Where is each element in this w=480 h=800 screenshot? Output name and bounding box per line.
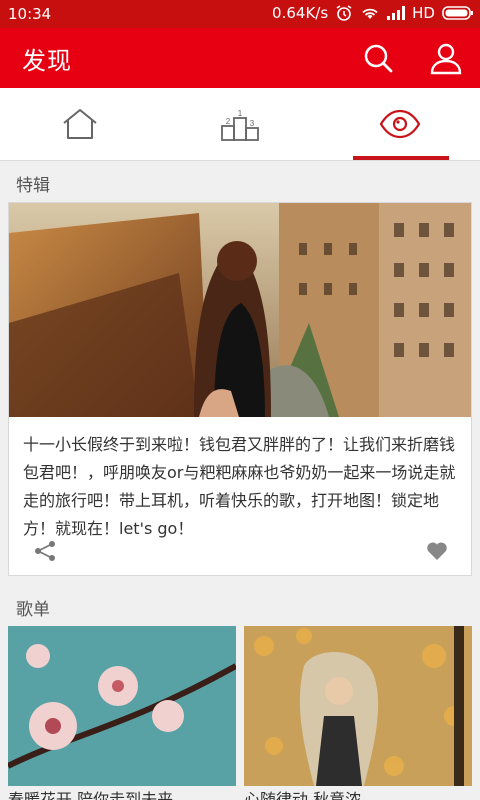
network-type: HD [412, 4, 435, 22]
playlist-section-title: 歌单 [16, 600, 50, 620]
wifi-icon [362, 8, 378, 19]
tab-home[interactable] [0, 88, 160, 160]
playlist-item[interactable]: 春暖花开 陪你走到未来 [8, 626, 236, 800]
home-icon [63, 109, 97, 139]
network-speed: 0.64K/s [272, 4, 329, 22]
podium-label-2: 2 [226, 117, 231, 126]
podium-label-3: 3 [250, 119, 255, 128]
status-time: 10:34 [8, 5, 52, 23]
signal-icon [387, 6, 406, 20]
tab-discover[interactable] [320, 88, 480, 160]
user-icon[interactable] [428, 40, 464, 76]
podium-icon: 1 2 3 [221, 109, 259, 141]
podium-label-1: 1 [238, 109, 243, 118]
feature-description: 十一小长假终于到来啦！钱包君又胖胖的了！让我们来折磨钱包君吧！，呼朋唤友or与粑… [23, 435, 456, 538]
status-right: 0.64K/s HD [272, 4, 474, 22]
active-tab-indicator [353, 156, 449, 160]
tab-ranking[interactable]: 1 2 3 [160, 88, 320, 160]
status-bar: 10:34 0.64K/s HD [0, 0, 480, 28]
playlist-cover [244, 626, 472, 786]
eye-icon [379, 109, 421, 139]
playlist-caption: 春暖花开 陪你走到未来 [8, 790, 174, 800]
battery-icon [442, 6, 473, 20]
page-title: 发现 [22, 47, 72, 75]
app-bar: 发现 [0, 28, 480, 88]
share-icon[interactable] [33, 539, 57, 563]
heart-icon[interactable] [425, 539, 449, 563]
playlist-caption: 心随律动 秋意浓 [244, 790, 362, 800]
playlist-item[interactable]: 心随律动 秋意浓 [244, 626, 472, 800]
playlist-cover [8, 626, 236, 786]
alarm-icon [336, 5, 352, 21]
feature-section-title: 特辑 [16, 176, 50, 196]
tab-bar: 1 2 3 [0, 88, 480, 161]
feature-card[interactable]: 十一小长假终于到来啦！钱包君又胖胖的了！让我们来折磨钱包君吧！，呼朋唤友or与粑… [8, 202, 472, 576]
search-icon[interactable] [360, 40, 396, 76]
feature-photo [9, 203, 471, 417]
